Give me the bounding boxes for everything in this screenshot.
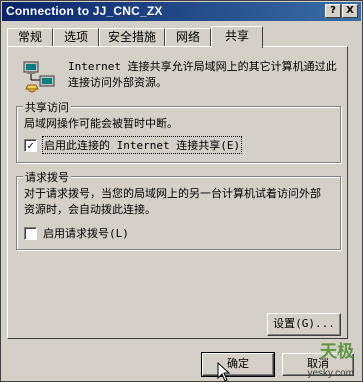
watermark-site: yesky.com	[307, 368, 355, 379]
tab-label: 常规	[17, 30, 42, 44]
ics-checkbox-row[interactable]: ✓ 启用此连接的 Internet 连接共享(E)	[24, 136, 243, 154]
ics-checkbox[interactable]: ✓	[24, 138, 37, 152]
watermark-brand: 天极	[320, 342, 354, 362]
help-button[interactable]: ?	[325, 4, 341, 18]
dial-on-demand-checkbox[interactable]	[24, 226, 37, 240]
dialog-window: Connection to JJ_CNC_ZX ? X 常规 选项 安全措施 网…	[0, 0, 363, 382]
dial-on-demand-title: 请求拨号	[23, 169, 71, 185]
dial-on-demand-checkbox-label[interactable]: 启用请求拨号(L)	[43, 225, 129, 241]
ok-button[interactable]: 确定	[201, 352, 275, 377]
tab-networking[interactable]: 网络	[165, 28, 211, 47]
close-button[interactable]: X	[342, 4, 358, 18]
share-access-description: 局域网操作可能会被暂时中断。	[24, 117, 178, 130]
tab-label: 共享	[224, 29, 249, 43]
share-access-title: 共享访问	[23, 99, 71, 115]
tab-label: 选项	[63, 30, 88, 44]
watermark: 天极 yesky.com	[296, 337, 358, 379]
title-bar[interactable]: Connection to JJ_CNC_ZX ? X	[2, 2, 361, 21]
tab-security[interactable]: 安全措施	[99, 28, 165, 47]
intro-text: Internet 连接共享允许局域网上的其它计算机通过此连接访问外部资源。	[68, 60, 337, 89]
tab-label: 安全措施	[107, 30, 156, 44]
sharing-panel: Internet 连接共享允许局域网上的其它计算机通过此连接访问外部资源。 共享…	[7, 46, 348, 339]
tab-label: 网络	[175, 30, 200, 44]
dial-on-demand-description: 对于请求拨号，当您的局域网上的另一台计算机试着访问外部资源时，会自动拨此连接。	[24, 187, 321, 216]
tab-options[interactable]: 选项	[53, 28, 99, 47]
shared-connection-icon	[23, 61, 55, 93]
tab-general[interactable]: 常规	[7, 28, 53, 47]
window-title: Connection to JJ_CNC_ZX	[6, 4, 163, 18]
settings-button[interactable]: 设置(G)...	[267, 313, 341, 336]
mouse-pointer-icon	[217, 362, 231, 382]
dial-on-demand-group: 请求拨号 对于请求拨号，当您的局域网上的另一台计算机试着访问外部资源时，会自动拨…	[16, 169, 341, 250]
share-access-group: 共享访问 局域网操作可能会被暂时中断。 ✓ 启用此连接的 Internet 连接…	[16, 99, 341, 163]
ics-checkbox-label[interactable]: 启用此连接的 Internet 连接共享(E)	[41, 136, 243, 154]
dial-on-demand-checkbox-row[interactable]: 启用请求拨号(L)	[24, 225, 129, 241]
tab-sharing[interactable]: 共享	[211, 26, 263, 48]
